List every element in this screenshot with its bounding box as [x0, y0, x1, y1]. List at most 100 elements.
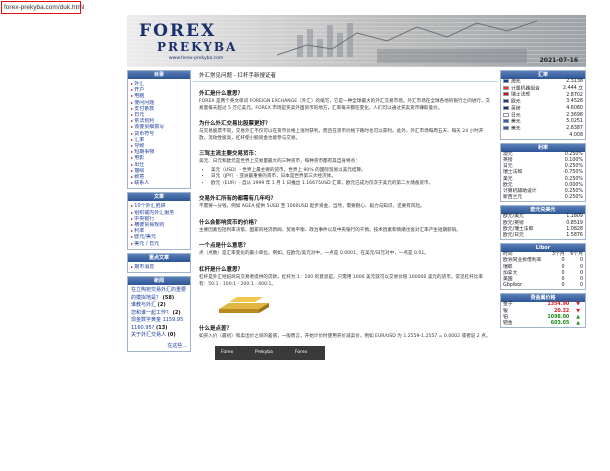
news-box: 新闻 在立陶宛交易外汇的重要的模拟地是？ (58) 谁教与外汇 (2) 您和谁一起工… [127, 276, 191, 352]
url-highlight-box [1, 1, 81, 14]
main-content: 外汇常见问题 - 扛杆手新搜证者 外汇是什么意思？ FOREX 是两个英文单词 … [193, 70, 498, 360]
featured-title: 重点文章 [128, 253, 190, 262]
rates-box: 汇率 澳元 2.3138 计量机器组合 2.444 立瑞士法郎 2.8702 欧元 3.45… [500, 70, 586, 140]
cross-box: 欧元兑美元 欧元/美元 1.1809 欧元/英镑 0.8519 欧元/瑞士法郎 1.082… [500, 205, 586, 241]
paragraph-why-forex: 与交易股票不同，交易外汇不仅可以在货币价格上涨时获利，而且在货币价格下跌时也可以… [199, 129, 484, 141]
news-item[interactable]: 在立陶宛交易外汇的重要的模拟地是？ (58) [131, 287, 187, 302]
flag-icon [503, 112, 509, 117]
news-item[interactable]: 现金数字黄金 1159.95 1160.95? (13) [131, 317, 187, 332]
logo-forex[interactable]: FOREX [139, 21, 216, 41]
interest-row: 新西兰元 0.250% [501, 195, 585, 201]
paragraph-what-is-forex: FOREX 是两个英文单词 FOREIGN EXCHANGE（外汇）的缩写，它是… [199, 99, 491, 111]
heading-spread: 什么是点差？ [199, 326, 233, 333]
paragraph-capital: 不需要一分钱，例如 AGEA 提供 5USD 至 1000USD 起步资金，当然… [199, 204, 425, 210]
libor-3m: 0 [561, 283, 565, 289]
rate-currency-name: 瑞士法郎 [511, 92, 531, 98]
flag-icon [503, 119, 509, 124]
interest-value: 0.250% [564, 195, 583, 201]
news-text[interactable]: 谁教与外汇 [131, 302, 156, 308]
articles-title: 文章 [128, 193, 190, 202]
rate-currency: 英镑 [501, 105, 554, 113]
video-strip[interactable]: Forex Prekyba Forex [215, 345, 325, 360]
tv-label-3: Forex [295, 349, 308, 355]
interest-title: 利率 [501, 143, 585, 152]
rate-note-row: 4.008 [501, 133, 585, 139]
heading-main-currencies: 三驾主流主要交易货币： [199, 151, 260, 158]
rate-value: 2.3138 [566, 79, 583, 85]
libor-name: 欧洲同业拆借利率 [503, 258, 542, 264]
rates-table: 澳元 2.3138 计量机器组合 2.444 立瑞士法郎 2.8702 欧元 3.4528 英… [501, 79, 585, 139]
news-item[interactable]: 您和谁一起工作？ (2) [131, 310, 187, 318]
interest-table: 澳元 0.250% 英镑 0.100% 日元 0.250% 瑞士法郎 -0.750% 美元 0.2… [501, 152, 585, 202]
rate-row: 欧元 3.4528 [501, 99, 585, 106]
paragraph-price-factors: 主要因素包括利率决策、国家的经济新闻、贸易平衡、政治事件以及中央银行的干预。技术… [199, 227, 461, 233]
logo-url: www.forex-prekyba.com [169, 56, 224, 61]
libor-name: Gbpibor [503, 283, 523, 289]
heading-price-factors: 什么会影响货币的价格？ [199, 219, 260, 226]
rate-row: 澳元 2.3138 [501, 79, 585, 86]
rate-currency: 澳元 [501, 79, 554, 86]
nav-item[interactable]: 联系人 [131, 180, 187, 186]
libor-6m: 0 [579, 283, 583, 289]
metal-price: 603.05 [550, 321, 570, 327]
articles-list: 10个外汇陷阱组织或内外汇服务中央银行横彼贸易规则利率欧元/美元美元 / 日元 [128, 201, 190, 248]
metal-row: 钯金 603.05 ▲ [501, 321, 585, 327]
tv-label-1: Forex [221, 349, 234, 355]
banner-date: 2021-07-16 [539, 57, 578, 64]
paragraph-spread: 如买入价（最初）和卖出价之间的差值，一般而言，开始计价时使用买价减卖价，例如 E… [199, 334, 491, 340]
tv-label-2: Prekyba [255, 349, 273, 355]
featured-box: 重点文章 期市消息 [127, 252, 191, 274]
rate-currency-name: 美元 [511, 126, 521, 132]
rate-value: 5.0251 [566, 119, 583, 125]
libor-box: Libor 时间 3个月 6个月 欧洲同业拆借利率 0 0 瑞郎 0 0 加拿大 0 0 美国 0 0 Gbp… [500, 243, 586, 291]
news-text[interactable]: 您和谁一起工作？ [131, 310, 171, 316]
news-item[interactable]: 谁教与外汇 (2) [131, 302, 187, 310]
featured-list: 期市消息 [128, 262, 190, 272]
article-item[interactable]: 美元 / 日元 [131, 241, 187, 247]
news-count: (2) [172, 309, 181, 316]
rate-row: 计量机器组合 2.444 立 [501, 85, 585, 93]
flag-icon [503, 99, 509, 104]
rate-row: 美元 5.0251 [501, 119, 585, 126]
rate-currency: 欧元 [501, 99, 554, 106]
rate-currency: 美元 [501, 125, 554, 133]
rate-currency-name: 日元 [511, 113, 521, 119]
flag-icon [503, 125, 509, 130]
news-more-link[interactable]: 在这些... [128, 342, 190, 351]
cross-value: 1.5876 [566, 233, 583, 239]
rate-value: 4.6080 [566, 106, 583, 112]
news-count: (2) [157, 302, 166, 309]
libor-table: 时间 3个月 6个月 欧洲同业拆借利率 0 0 瑞郎 0 0 加拿大 0 0 美国 0 0 Gbpibor 0 0 [501, 252, 585, 289]
flag-icon [503, 79, 509, 83]
rate-row: 美元 2.8387 [501, 125, 585, 133]
paragraph-pip: 点（点数）是汇率变化的最小单位。例如，在欧元/美元对中，一点是 0.0001；在… [199, 251, 429, 257]
nav-list: 外汇开户电脑使问问题支付条款日元依法划利该要贸细撰写货币符号汇率导致短期事物电影… [128, 79, 190, 188]
news-text[interactable]: 在立陶宛交易外汇的重要的模拟地是？ [131, 287, 186, 301]
rate-currency: 日元 [501, 112, 554, 120]
featured-item[interactable]: 期市消息 [131, 264, 187, 270]
rate-value: 3.4528 [566, 99, 583, 105]
news-count: (58) [162, 294, 175, 301]
cross-table: 欧元/美元 1.1809 欧元/英镑 0.8519 欧元/瑞士法郎 1.0828 欧元/日元… [501, 214, 585, 239]
flag-icon [503, 105, 509, 110]
gold-bars-image [219, 297, 269, 314]
logo-prekyba[interactable]: PREKYBA [157, 40, 237, 54]
heading-leverage: 杠杆是什么意思？ [199, 266, 244, 273]
articles-box: 文章 10个外汇陷阱组织或内外汇服务中央银行横彼贸易规则利率欧元/美元美元 / … [127, 192, 191, 250]
interest-name: 新西兰元 [503, 195, 523, 201]
rate-currency-name: 美元 [511, 119, 521, 125]
rates-title: 汇率 [501, 71, 585, 79]
news-title: 新闻 [128, 277, 190, 286]
rate-currency: 瑞士法郎 [501, 92, 554, 99]
metal-name: 钯金 [503, 321, 513, 327]
flag-icon [503, 92, 509, 97]
rate-currency-name: 欧元 [511, 99, 521, 105]
address-bar[interactable]: forex-prekyba.com/duk.html [0, 0, 610, 15]
heading-what-is-forex: 外汇是什么意思？ [199, 91, 244, 97]
heading-pip: 一个点是什么意思？ [199, 243, 249, 250]
nav-title: 目录 [128, 71, 190, 79]
news-item[interactable]: 关于外汇交易人 (0) [131, 332, 187, 340]
rate-value: 2.444 立 [562, 85, 583, 91]
metals-title: 贵金属价格 [501, 294, 585, 303]
news-text[interactable]: 关于外汇交易人 [131, 332, 166, 338]
